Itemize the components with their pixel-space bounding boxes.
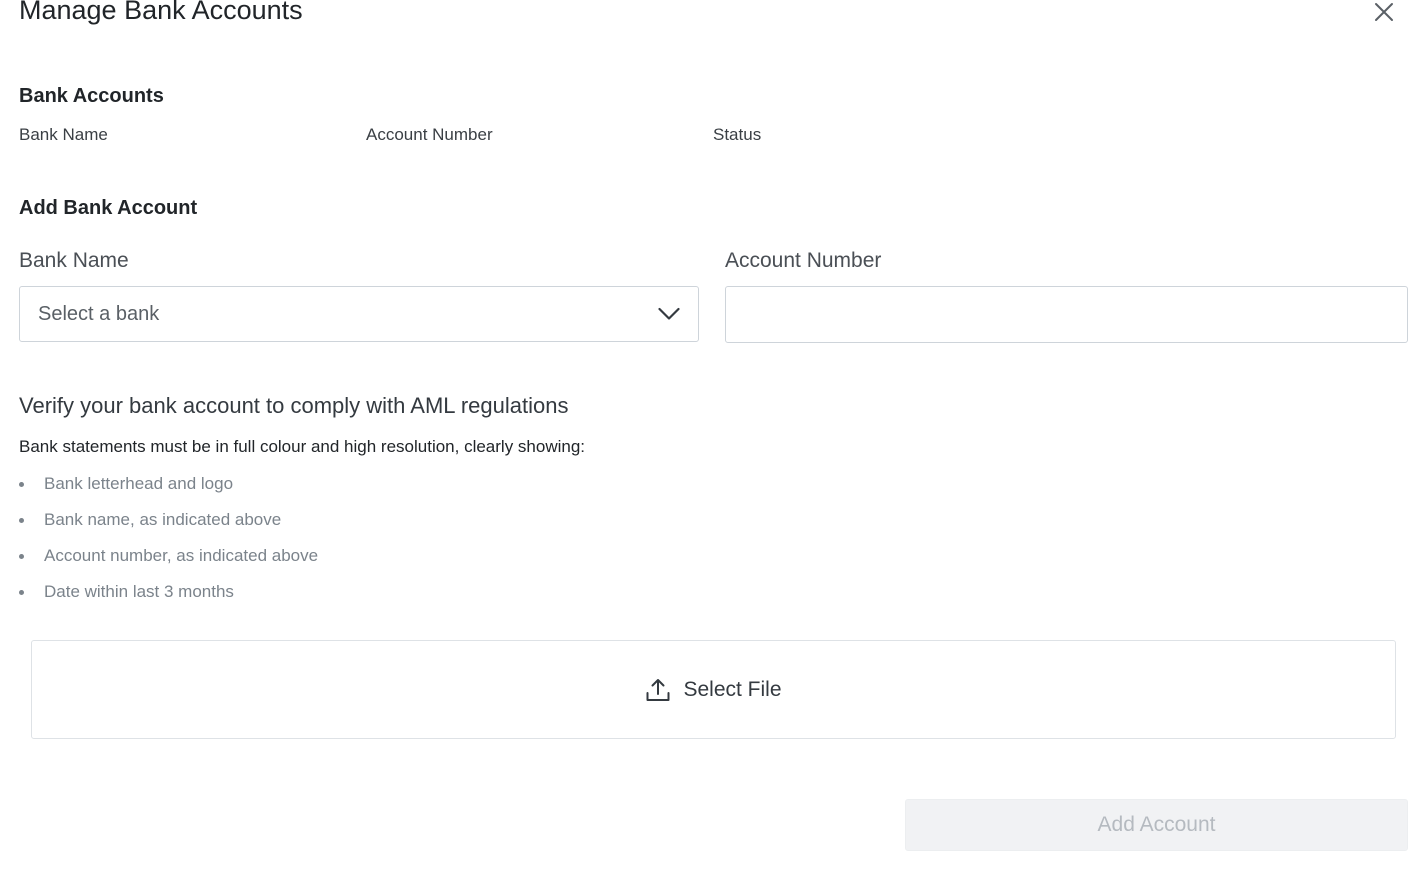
bullet-icon — [19, 590, 24, 595]
close-button[interactable] — [1370, 0, 1398, 26]
requirements-list: Bank letterhead and logo Bank name, as i… — [19, 473, 318, 617]
list-item: Bank name, as indicated above — [19, 509, 318, 545]
verification-description: Bank statements must be in full colour a… — [19, 437, 586, 456]
account-number-label: Account Number — [725, 249, 882, 272]
requirement-text: Bank letterhead and logo — [44, 474, 234, 493]
bank-accounts-heading: Bank Accounts — [19, 85, 164, 107]
modal-title: Manage Bank Accounts — [19, 0, 303, 25]
column-header-status: Status — [713, 125, 762, 144]
bullet-icon — [19, 518, 24, 523]
close-icon — [1375, 3, 1393, 21]
manage-bank-accounts-modal: Manage Bank Accounts Bank Accounts Bank … — [0, 0, 1421, 886]
bullet-icon — [19, 482, 24, 487]
column-header-account-number: Account Number — [366, 125, 493, 144]
chevron-down-icon — [658, 307, 680, 320]
bullet-icon — [19, 554, 24, 559]
column-header-bank-name: Bank Name — [19, 125, 108, 144]
bank-select-placeholder: Select a bank — [38, 302, 160, 325]
upload-icon — [646, 678, 670, 701]
account-number-input[interactable] — [725, 286, 1408, 343]
select-file-dropzone[interactable]: Select File — [31, 640, 1396, 739]
select-file-label: Select File — [683, 677, 782, 701]
list-item: Bank letterhead and logo — [19, 473, 318, 509]
requirement-text: Account number, as indicated above — [44, 546, 319, 565]
requirement-text: Bank name, as indicated above — [44, 510, 282, 529]
add-account-button[interactable]: Add Account — [905, 799, 1408, 851]
requirement-text: Date within last 3 months — [44, 582, 234, 601]
list-item: Account number, as indicated above — [19, 545, 318, 581]
add-bank-account-heading: Add Bank Account — [19, 197, 198, 219]
verification-title: Verify your bank account to comply with … — [19, 393, 569, 418]
bank-name-label: Bank Name — [19, 249, 129, 272]
bank-name-select[interactable]: Select a bank — [19, 286, 699, 342]
list-item: Date within last 3 months — [19, 581, 318, 617]
